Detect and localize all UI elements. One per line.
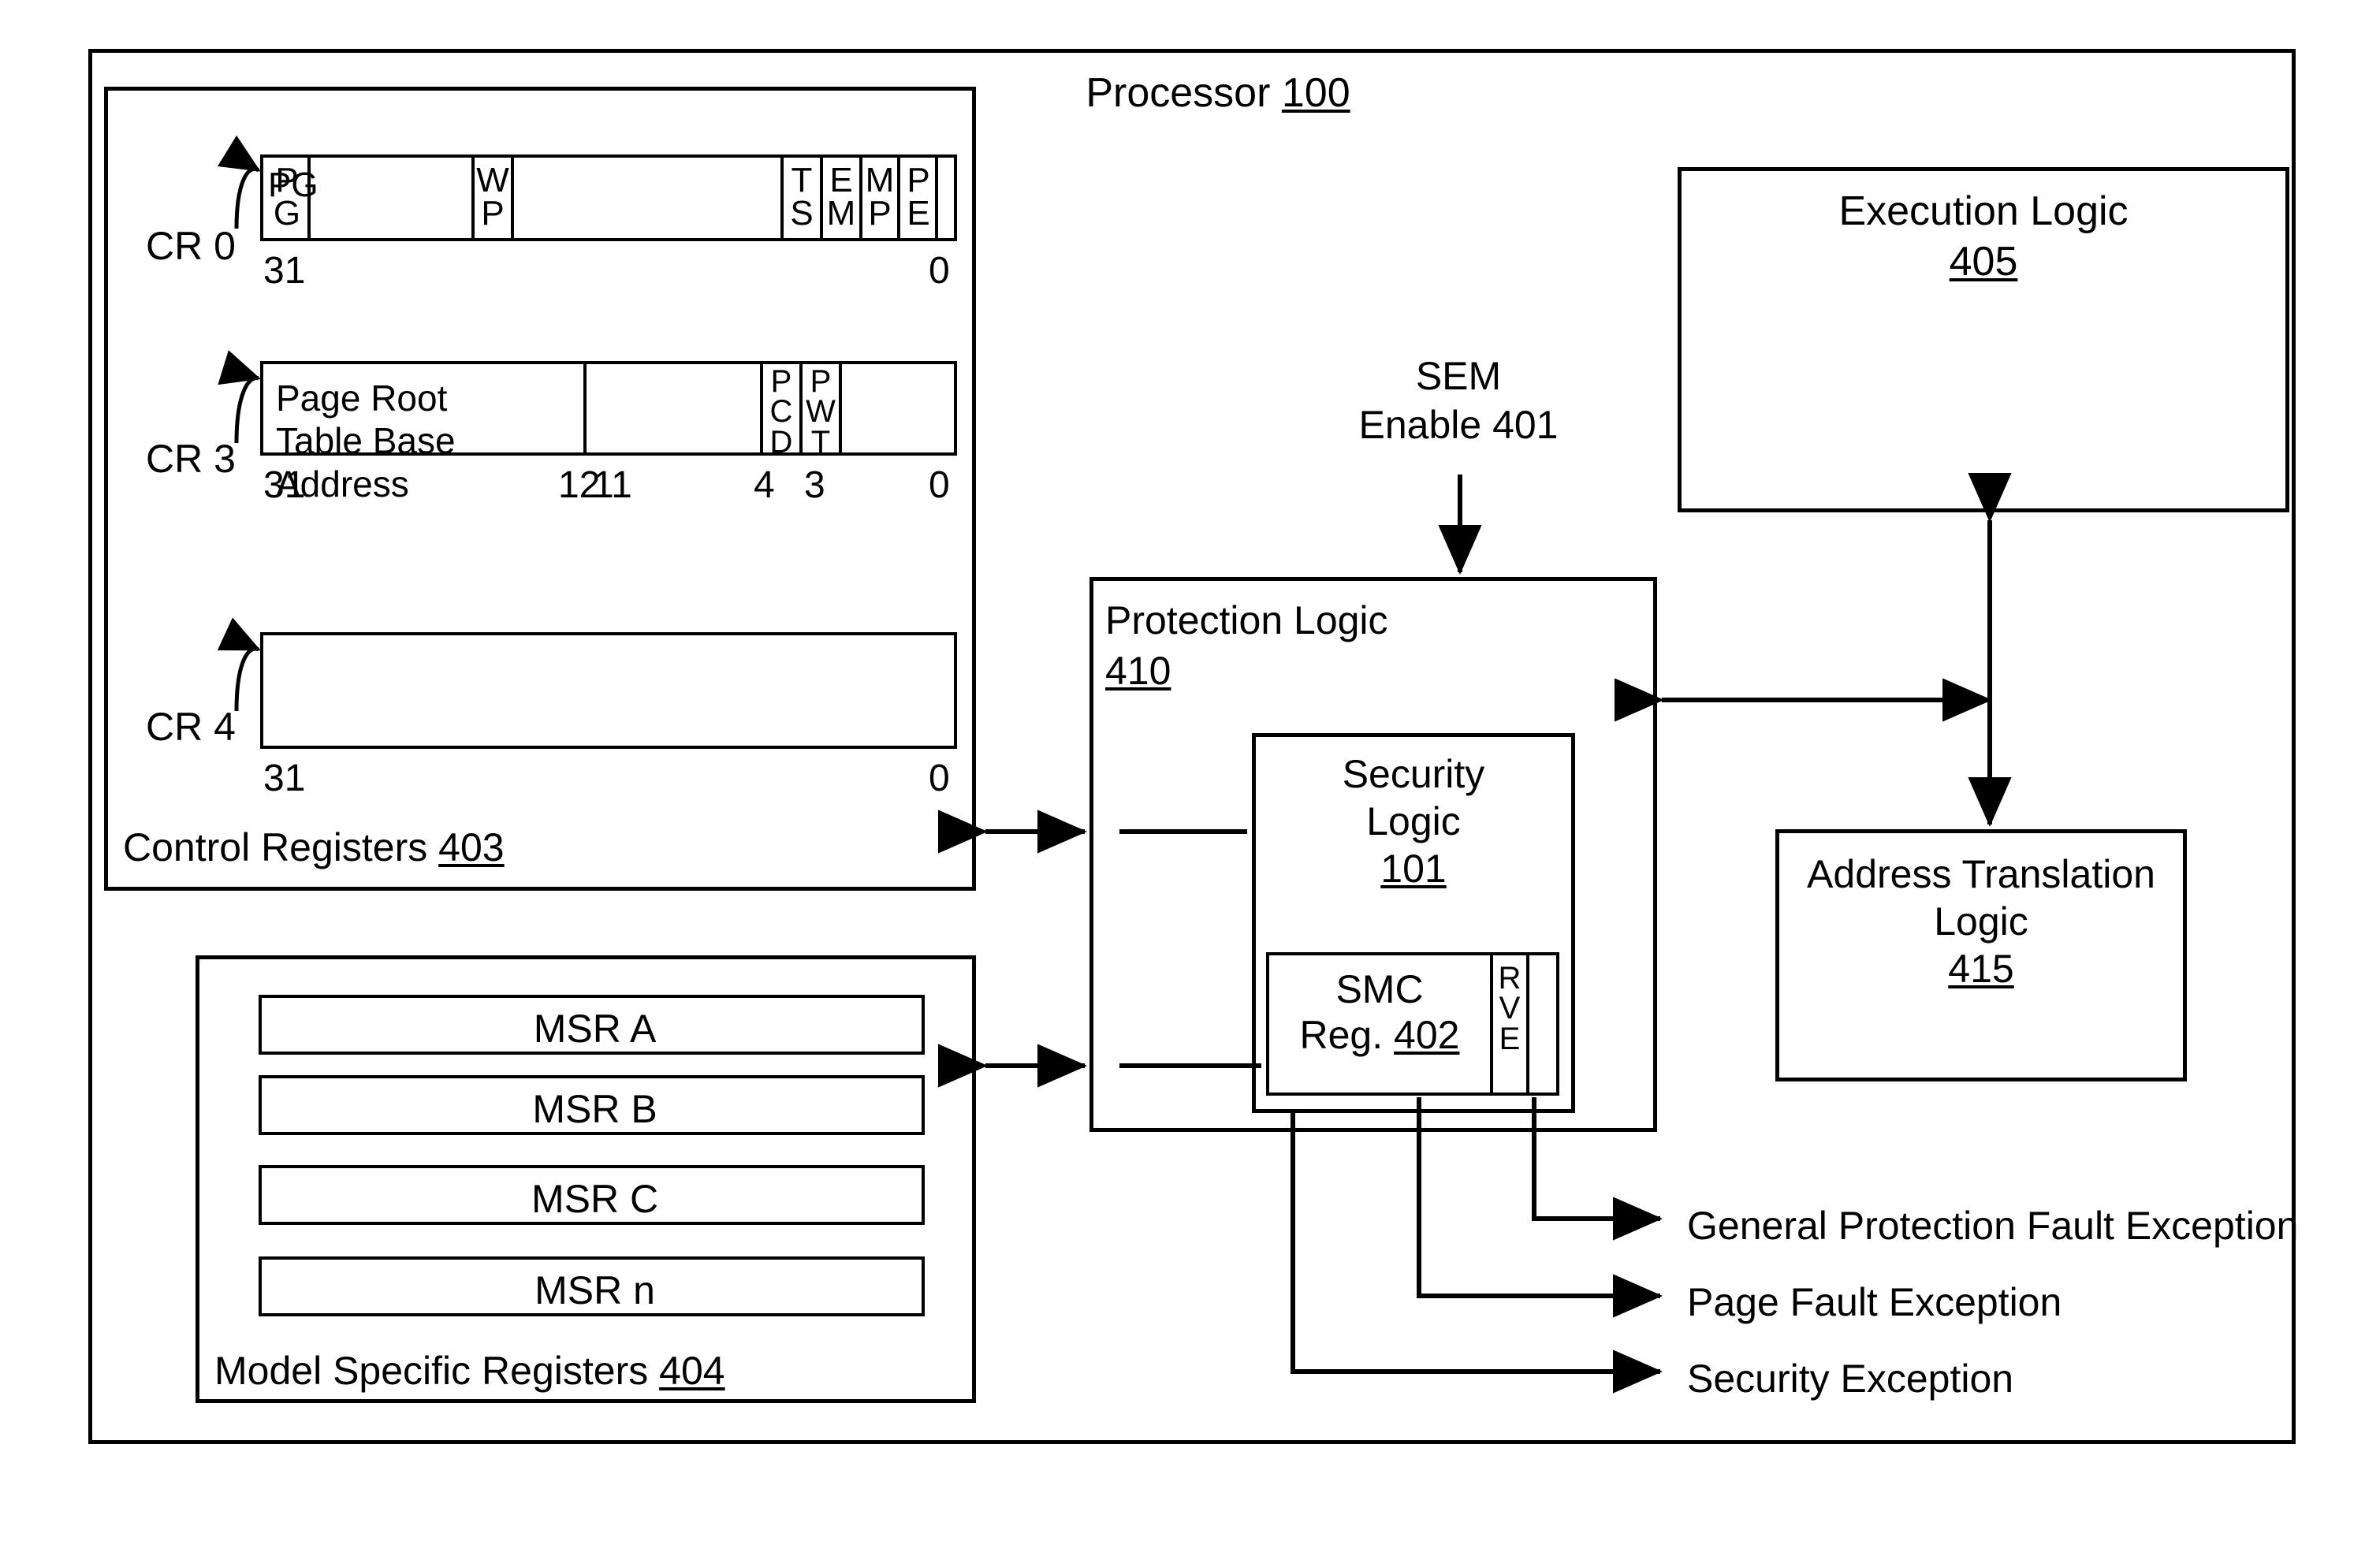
patent-figure: Processor 100 CR 0 PG P G W P T S E M M … xyxy=(0,0,2380,1556)
cr4-leader-arrow xyxy=(217,617,261,712)
cr3-leader-arrow xyxy=(218,350,261,444)
security-exception-arrow xyxy=(1291,1113,1663,1394)
cr0-leader-arrow xyxy=(217,135,261,229)
connectors-overlay xyxy=(217,135,2012,1394)
general-protection-fault-arrow xyxy=(1532,1097,1663,1241)
page-fault-arrow xyxy=(1417,1097,1663,1318)
